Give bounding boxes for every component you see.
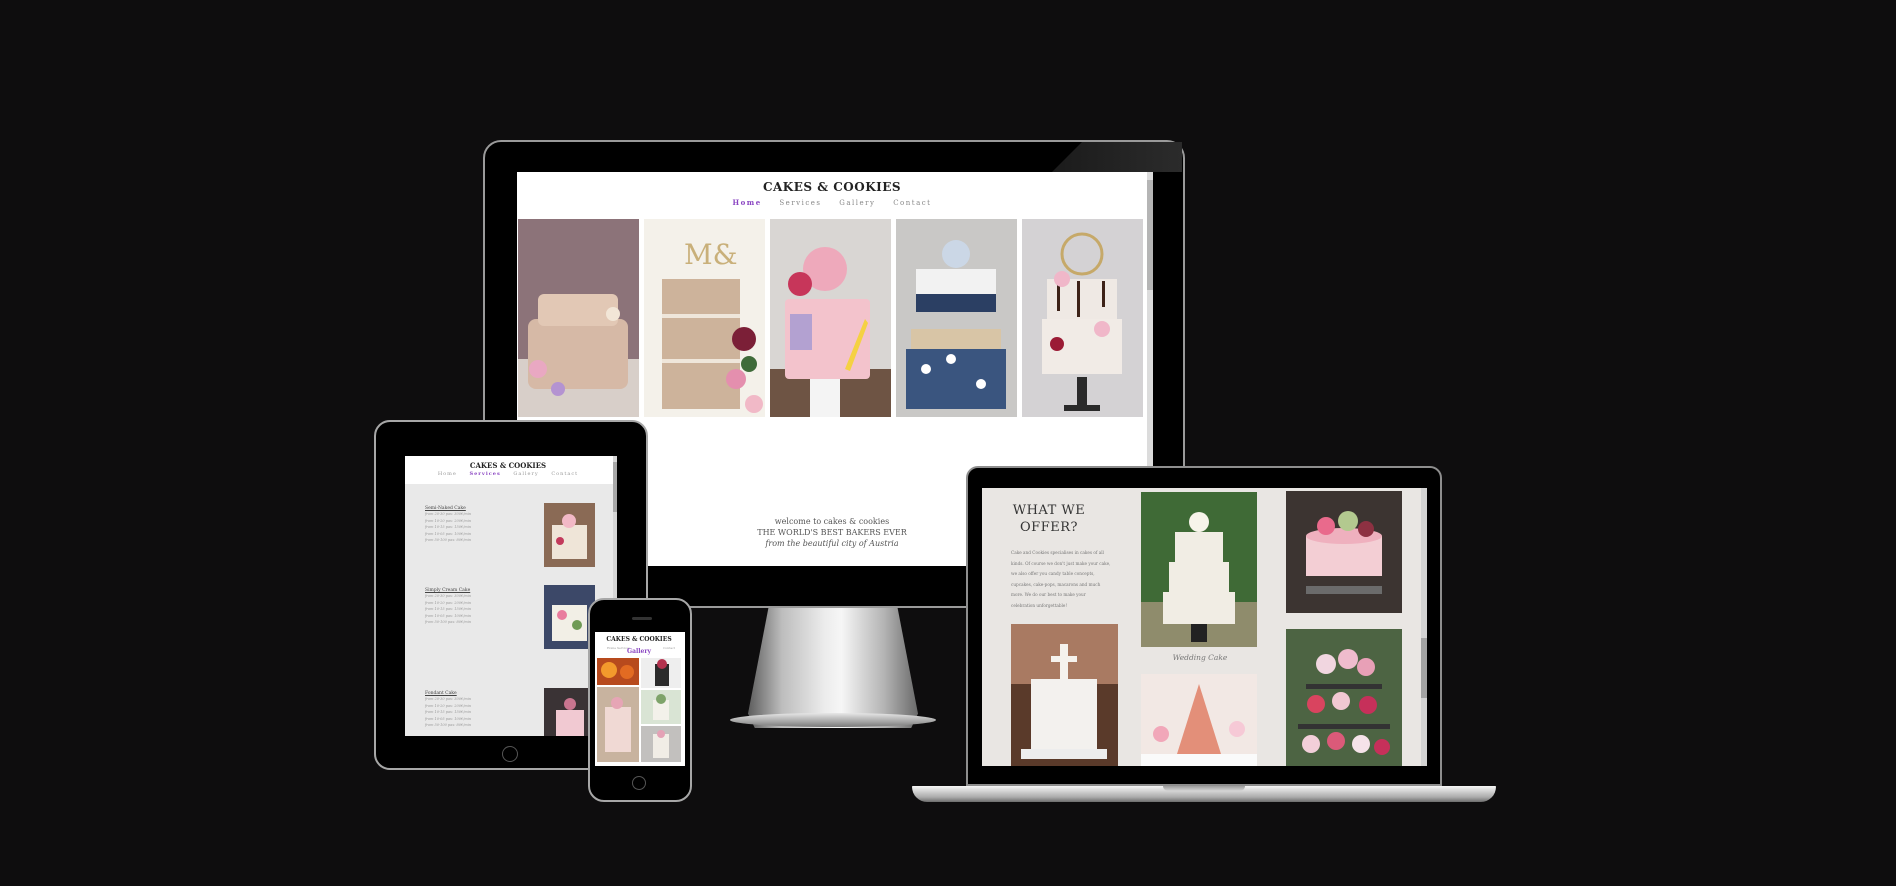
gallery-thumb-1[interactable] (597, 658, 639, 685)
white-cake-image[interactable] (1011, 624, 1118, 766)
phone-nav-gallery[interactable]: Gallery (595, 648, 683, 655)
gallery-thumb-4[interactable] (641, 690, 681, 724)
cake-photo-4 (896, 219, 1017, 417)
cake-photo-2: M& (644, 219, 765, 417)
service-item: Semi-Naked Cake from 20-30 pax: 300€/min… (425, 506, 471, 544)
wedding-cake-caption: Wedding Cake (1172, 653, 1228, 662)
cake-photo-3 (770, 219, 891, 417)
cake-photo-5 (1022, 219, 1143, 417)
offer-description: Cake and Cookies specialises in cakes of… (1011, 550, 1111, 608)
service-price: from 50-100 pax: 80€/min (425, 538, 472, 542)
svg-text:M&: M& (684, 238, 738, 271)
cake-photo-1 (518, 219, 639, 417)
service-price: from 10-15 pax: 150€/min (425, 525, 472, 529)
tablet-nav: Home Services Gallery Contact (405, 471, 611, 477)
cupcake-tower-image[interactable] (1286, 629, 1402, 766)
gallery-thumb-3[interactable] (597, 687, 639, 762)
tablet-site-title: CAKES & COOKIES (469, 461, 547, 470)
monitor-stand (748, 608, 918, 728)
service-item: Fondant Cake from 20-30 pax: 300€/min fr… (425, 691, 471, 729)
service-price: from 10-15 pax: 150€/min (425, 710, 472, 714)
phone-screen: CAKES & COOKIES Home Services Contact Ga… (595, 632, 685, 766)
service-price: from 50-100 pax: 80€/min (425, 723, 472, 727)
service-price: from 50-100 pax: 80€/min (425, 620, 472, 624)
phone-home-button[interactable] (632, 776, 646, 790)
service-price: from 20-30 pax: 300€/min (425, 697, 472, 701)
phone-site-title: CAKES & COOKIES (606, 636, 672, 643)
offer-heading-line-2: OFFER? (1020, 520, 1078, 535)
tablet-nav-home[interactable]: Home (438, 471, 457, 477)
laptop-screen: WHAT WE OFFER? Cake and Cookies speciali… (982, 488, 1427, 766)
gallery-thumb-5[interactable] (641, 726, 681, 762)
nav-home[interactable]: Home (733, 198, 762, 207)
service-price: from 20-30 pax: 300€/min (425, 594, 472, 598)
service-price: from 10-15 pax: 150€/min (425, 607, 472, 611)
nav-services[interactable]: Services (779, 199, 821, 207)
semi-naked-cake-image (544, 503, 595, 567)
nav-contact[interactable]: Contact (893, 199, 931, 207)
main-nav: Home Services Gallery Contact (517, 198, 1147, 207)
tablet-scrollbar-thumb[interactable] (613, 462, 617, 512)
tablet-screen: CAKES & COOKIES Home Services Gallery Co… (405, 456, 617, 736)
service-item: Simply Cream Cake from 20-30 pax: 300€/m… (425, 588, 471, 626)
laptop-notch (1163, 786, 1245, 791)
nav-gallery[interactable]: Gallery (839, 199, 875, 207)
site-title: CAKES & COOKIES (762, 180, 902, 194)
gallery-thumb-2[interactable] (641, 658, 681, 688)
service-price: from 20-30 pax: 300€/min (425, 512, 472, 516)
tablet-nav-contact[interactable]: Contact (551, 471, 578, 477)
tablet-nav-gallery[interactable]: Gallery (513, 471, 538, 477)
drip-cake-image[interactable] (1286, 491, 1402, 613)
offer-heading: WHAT WE OFFER? (1004, 502, 1094, 536)
wedding-cake-image[interactable] (1141, 492, 1257, 647)
laptop-scrollbar-thumb[interactable] (1421, 638, 1427, 698)
monitor-stand-base (730, 713, 936, 727)
laptop-scrollbar[interactable] (1421, 488, 1427, 766)
tablet-nav-services[interactable]: Services (469, 471, 500, 477)
desktop-scrollbar-thumb[interactable] (1147, 180, 1153, 290)
tablet-home-button[interactable] (502, 746, 518, 762)
phone-speaker (632, 617, 652, 620)
dessert-table-image[interactable] (1141, 674, 1257, 766)
offer-heading-line-1: WHAT WE (1012, 503, 1086, 518)
